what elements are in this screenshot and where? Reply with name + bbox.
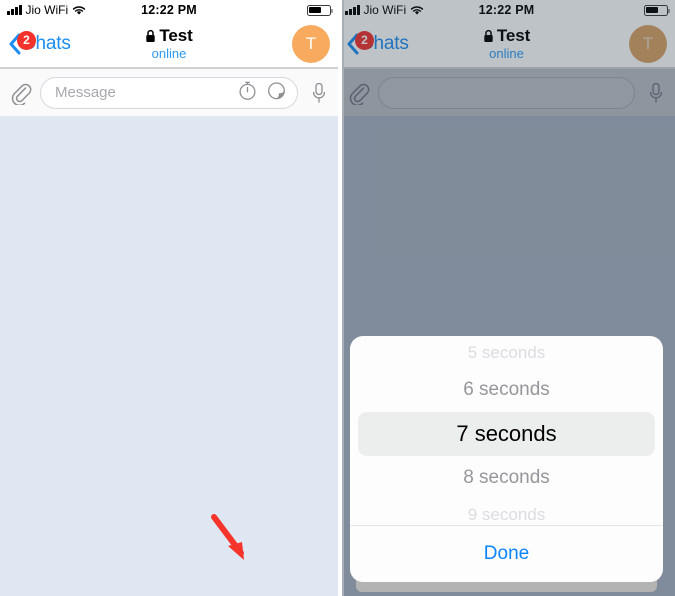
message-placeholder: Message xyxy=(55,84,116,101)
lock-icon xyxy=(145,29,156,43)
red-arrow-icon xyxy=(208,513,258,570)
input-field-icons xyxy=(237,80,287,106)
picker-wheel[interactable]: 5 seconds 6 seconds 7 seconds 8 seconds … xyxy=(350,336,663,525)
right-phone-panel: Jio WiFi 12:22 PM Chats 2 Test online T … xyxy=(338,0,675,596)
picker-option[interactable]: 8 seconds xyxy=(350,458,663,498)
picker-option[interactable]: 5 seconds xyxy=(350,336,663,370)
back-to-chats-button[interactable]: Chats 2 xyxy=(8,30,71,55)
paperclip-icon[interactable] xyxy=(10,81,32,106)
modal-dim-overlay-top[interactable] xyxy=(338,0,675,69)
picker-option-selected[interactable]: 7 seconds xyxy=(358,412,655,456)
page-title: Test xyxy=(159,26,193,45)
status-bar-right xyxy=(307,4,333,16)
status-bar-time: 12:22 PM xyxy=(141,3,197,17)
microphone-icon[interactable] xyxy=(310,81,328,105)
nav-title-row: Test xyxy=(145,26,193,46)
nav-bar: Chats 2 Test online T xyxy=(0,20,338,68)
avatar[interactable]: T xyxy=(292,24,330,63)
done-button[interactable]: Done xyxy=(350,526,663,582)
picker-option[interactable]: 9 seconds xyxy=(350,498,663,525)
message-input-bar: Message xyxy=(0,68,338,116)
status-bar: Jio WiFi 12:22 PM xyxy=(0,0,338,20)
dual-phone-screenshot: Jio WiFi 12:22 PM Chats 2 Test online T … xyxy=(0,0,675,596)
unread-badge: 2 xyxy=(17,30,36,50)
self-destruct-timer-picker: 5 seconds 6 seconds 7 seconds 8 seconds … xyxy=(350,336,663,582)
picker-option[interactable]: 6 seconds xyxy=(350,370,663,410)
self-destruct-timer-icon[interactable] xyxy=(237,80,258,106)
left-phone-panel: Jio WiFi 12:22 PM Chats 2 Test online T … xyxy=(0,0,338,596)
online-status: online xyxy=(151,46,187,61)
sticker-icon[interactable] xyxy=(266,80,287,106)
battery-icon xyxy=(307,4,333,16)
message-input-field[interactable]: Message xyxy=(40,76,298,109)
